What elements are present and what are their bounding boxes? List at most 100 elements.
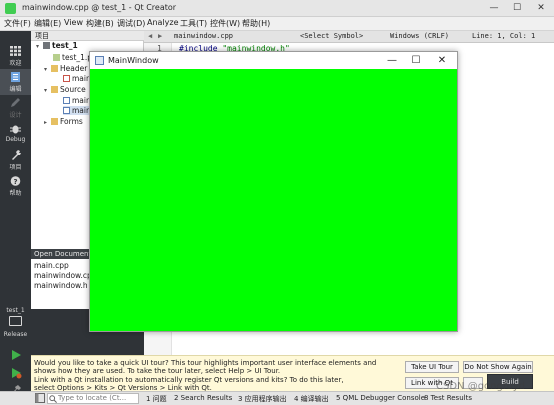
tree-label: test_1 bbox=[52, 41, 78, 50]
folder-icon bbox=[51, 118, 58, 125]
menu-tools[interactable]: 工具(T) bbox=[180, 18, 207, 29]
tree-source-main[interactable]: main bbox=[63, 96, 91, 105]
menu-edit[interactable]: 编辑(E) bbox=[34, 18, 61, 29]
tour-message-line1: Would you like to take a quick UI tour? … bbox=[34, 359, 377, 367]
tree-label: Source bbox=[60, 85, 86, 94]
tree-pro-file[interactable]: test_1.p bbox=[53, 53, 92, 62]
mode-welcome-label: 欢迎 bbox=[9, 60, 22, 67]
header-file-icon bbox=[63, 75, 70, 82]
menu-build[interactable]: 构建(B) bbox=[86, 18, 114, 29]
output-tab-compile-output[interactable]: 4 编译输出 bbox=[294, 394, 329, 404]
tree-label: test_1.p bbox=[62, 53, 93, 62]
menu-help[interactable]: 帮助(H) bbox=[242, 18, 270, 29]
open-document-item[interactable]: mainwindow.h bbox=[34, 281, 88, 290]
search-icon bbox=[49, 395, 57, 403]
do-not-show-again-button[interactable]: Do Not Show Again bbox=[463, 361, 533, 373]
app-maximize-button[interactable]: ☐ bbox=[404, 53, 428, 68]
close-button[interactable]: ✕ bbox=[530, 1, 552, 16]
kit-project-label: test_1 bbox=[6, 307, 25, 314]
open-document-item[interactable]: mainwindow.cpp bbox=[34, 271, 97, 280]
mode-welcome[interactable]: 欢迎 bbox=[0, 43, 31, 69]
tree-label: Header bbox=[60, 64, 88, 73]
mode-debug[interactable]: Debug bbox=[0, 121, 31, 147]
menu-view[interactable]: View bbox=[64, 18, 83, 27]
mainwindow-app-window[interactable]: MainWindow — ☐ ✕ bbox=[89, 51, 458, 332]
run-icon[interactable] bbox=[10, 349, 22, 361]
tree-project-root[interactable]: ▾ test_1 bbox=[36, 41, 78, 50]
mode-design-label: 设计 bbox=[9, 112, 22, 119]
pro-file-icon bbox=[53, 54, 60, 61]
project-panel-header: 项目 bbox=[31, 31, 144, 41]
cpp-file-icon bbox=[63, 97, 70, 104]
tree-sources[interactable]: ▾ Source bbox=[44, 85, 86, 94]
bug-icon bbox=[10, 125, 21, 134]
menu-analyze[interactable]: Analyze bbox=[147, 18, 179, 27]
take-ui-tour-button[interactable]: Take UI Tour bbox=[405, 361, 459, 373]
qt-creator-logo-icon bbox=[5, 3, 16, 14]
menu-debug[interactable]: 调试(D) bbox=[117, 18, 145, 29]
chevron-down-icon: ▾ bbox=[44, 66, 48, 73]
file-selector[interactable]: mainwindow.cpp bbox=[174, 32, 233, 40]
tree-header-file[interactable]: main bbox=[63, 74, 91, 83]
tree-label: main bbox=[72, 74, 91, 83]
kit-config-label: Release bbox=[3, 331, 28, 338]
title-bar: mainwindow.cpp @ test_1 - Qt Creator — ☐… bbox=[0, 0, 554, 17]
tree-label: main bbox=[72, 96, 91, 105]
grid-icon bbox=[10, 46, 21, 56]
mode-projects[interactable]: 项目 bbox=[0, 147, 31, 173]
tour-message-line2: shows how they are used. To take the tou… bbox=[34, 367, 281, 375]
mode-help[interactable]: ? 帮助 bbox=[0, 173, 31, 199]
app-window-icon bbox=[95, 56, 104, 65]
nav-forward-icon[interactable]: ▶ bbox=[158, 32, 162, 40]
mode-projects-label: 项目 bbox=[9, 164, 22, 171]
app-window-title-bar[interactable]: MainWindow — ☐ ✕ bbox=[90, 52, 457, 69]
output-tab-app-output[interactable]: 3 应用程序输出 bbox=[238, 394, 287, 404]
tree-label: main bbox=[72, 106, 91, 115]
chevron-right-icon: ▸ bbox=[44, 119, 48, 126]
editor-toolbar: ◀ ▶ mainwindow.cpp <Select Symbol> Windo… bbox=[144, 31, 554, 43]
project-icon bbox=[43, 42, 50, 49]
app-minimize-button[interactable]: — bbox=[380, 53, 404, 68]
menu-file[interactable]: 文件(F) bbox=[4, 18, 31, 29]
encoding-selector[interactable]: Windows (CRLF) bbox=[390, 32, 449, 40]
mode-edit-label: 编辑 bbox=[9, 86, 22, 93]
mode-sidebar: 欢迎 编辑 设计 Debug 项目 ? 帮助 test_1 Release bbox=[0, 31, 31, 405]
menu-bar: 文件(F) 编辑(E) View 构建(B) 调试(D) Analyze 工具(… bbox=[0, 17, 554, 31]
maximize-button[interactable]: ☐ bbox=[506, 1, 528, 16]
svg-text:?: ? bbox=[13, 178, 17, 186]
folder-icon bbox=[51, 86, 58, 93]
question-icon: ? bbox=[10, 176, 21, 186]
tree-label: Forms bbox=[60, 117, 83, 126]
output-tab-qml-debugger[interactable]: 5 QML Debugger Console bbox=[336, 394, 425, 402]
app-window-title: MainWindow bbox=[108, 56, 159, 65]
project-panel-title: 项目 bbox=[35, 32, 49, 40]
green-content-area bbox=[90, 69, 457, 331]
symbol-selector[interactable]: <Select Symbol> bbox=[300, 32, 363, 40]
window-title: mainwindow.cpp @ test_1 - Qt Creator bbox=[22, 3, 177, 12]
pencil-icon bbox=[11, 98, 20, 107]
minimize-button[interactable]: — bbox=[483, 1, 505, 16]
wrench-icon bbox=[12, 150, 21, 160]
tree-headers[interactable]: ▾ Header bbox=[44, 64, 87, 73]
chevron-down-icon: ▾ bbox=[44, 87, 48, 94]
document-edit-icon bbox=[11, 72, 20, 82]
app-close-button[interactable]: ✕ bbox=[430, 53, 454, 68]
cpp-file-icon bbox=[63, 107, 70, 114]
locate-search-input[interactable]: Type to locate (Ct... bbox=[47, 393, 139, 404]
nav-back-icon[interactable]: ◀ bbox=[148, 32, 152, 40]
open-document-item[interactable]: main.cpp bbox=[34, 261, 69, 270]
tree-source-mainwindow[interactable]: main bbox=[63, 106, 91, 115]
debug-run-icon[interactable] bbox=[10, 367, 22, 379]
output-tab-issues[interactable]: 1 问题 bbox=[146, 394, 167, 404]
menu-widgets[interactable]: 控件(W) bbox=[210, 18, 240, 29]
mode-edit[interactable]: 编辑 bbox=[0, 69, 31, 95]
sidebar-toggle-icon[interactable] bbox=[35, 393, 45, 403]
kit-selector-icon[interactable] bbox=[9, 316, 22, 326]
folder-icon bbox=[51, 65, 58, 72]
mode-design[interactable]: 设计 bbox=[0, 95, 31, 121]
output-tab-test-results[interactable]: 8 Test Results bbox=[424, 394, 472, 402]
output-tab-search-results[interactable]: 2 Search Results bbox=[174, 394, 232, 402]
cursor-position[interactable]: Line: 1, Col: 1 bbox=[472, 32, 535, 40]
mode-help-label: 帮助 bbox=[9, 190, 22, 197]
tree-forms[interactable]: ▸ Forms bbox=[44, 117, 83, 126]
